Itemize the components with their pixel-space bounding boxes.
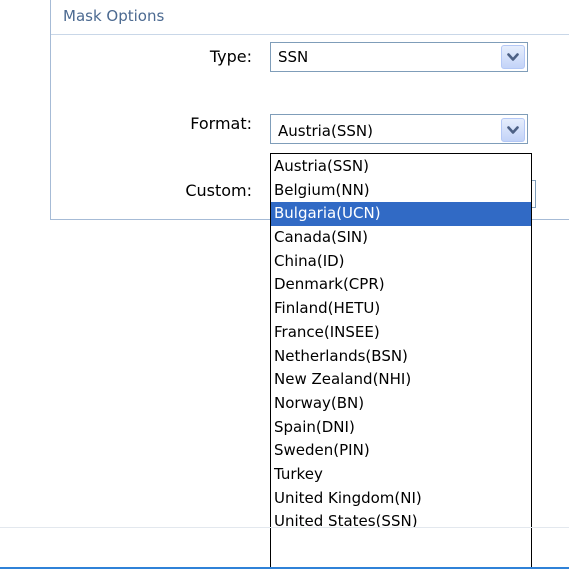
dropdown-option[interactable]: Sweden(PIN): [271, 439, 531, 463]
dropdown-option[interactable]: Denmark(CPR): [271, 273, 531, 297]
divider: [0, 527, 569, 528]
panel-title: Mask Options: [63, 7, 165, 25]
type-select-button[interactable]: [501, 45, 525, 69]
type-select[interactable]: SSN: [270, 42, 528, 72]
dropdown-option[interactable]: Finland(HETU): [271, 297, 531, 321]
dropdown-option[interactable]: Norway(BN): [271, 392, 531, 416]
mask-options-screen: Mask Options Type: SSN Format: Austria(S…: [0, 0, 569, 571]
dropdown-option[interactable]: United States(SSN): [271, 510, 531, 534]
format-dropdown-list[interactable]: Austria(SSN) Belgium(NN) Bulgaria(UCN) Cana…: [270, 153, 532, 568]
dropdown-option[interactable]: Bulgaria(UCN): [271, 202, 531, 227]
custom-label: Custom:: [185, 181, 252, 200]
dropdown-option[interactable]: Canada(SIN): [271, 226, 531, 250]
type-select-value: SSN: [278, 48, 309, 66]
format-select[interactable]: Austria(SSN): [270, 114, 528, 144]
dropdown-option[interactable]: China(ID): [271, 250, 531, 274]
dropdown-option[interactable]: Austria(SSN): [271, 155, 531, 179]
chevron-down-icon: [507, 126, 519, 134]
dropdown-option[interactable]: United Kingdom(NI): [271, 487, 531, 511]
format-label: Format:: [190, 114, 252, 133]
format-select-button[interactable]: [501, 118, 525, 142]
dropdown-option[interactable]: Belgium(NN): [271, 179, 531, 203]
panel-header: Mask Options: [51, 0, 569, 35]
chevron-down-icon: [507, 53, 519, 61]
type-label: Type:: [209, 47, 252, 66]
dropdown-option[interactable]: France(INSEE): [271, 321, 531, 345]
accent-bar: [0, 567, 569, 569]
dropdown-option[interactable]: Netherlands(BSN): [271, 345, 531, 369]
dropdown-option[interactable]: Spain(DNI): [271, 416, 531, 440]
dropdown-option[interactable]: New Zealand(NHI): [271, 368, 531, 392]
format-select-value: Austria(SSN): [278, 122, 373, 140]
dropdown-option[interactable]: Turkey: [271, 463, 531, 487]
